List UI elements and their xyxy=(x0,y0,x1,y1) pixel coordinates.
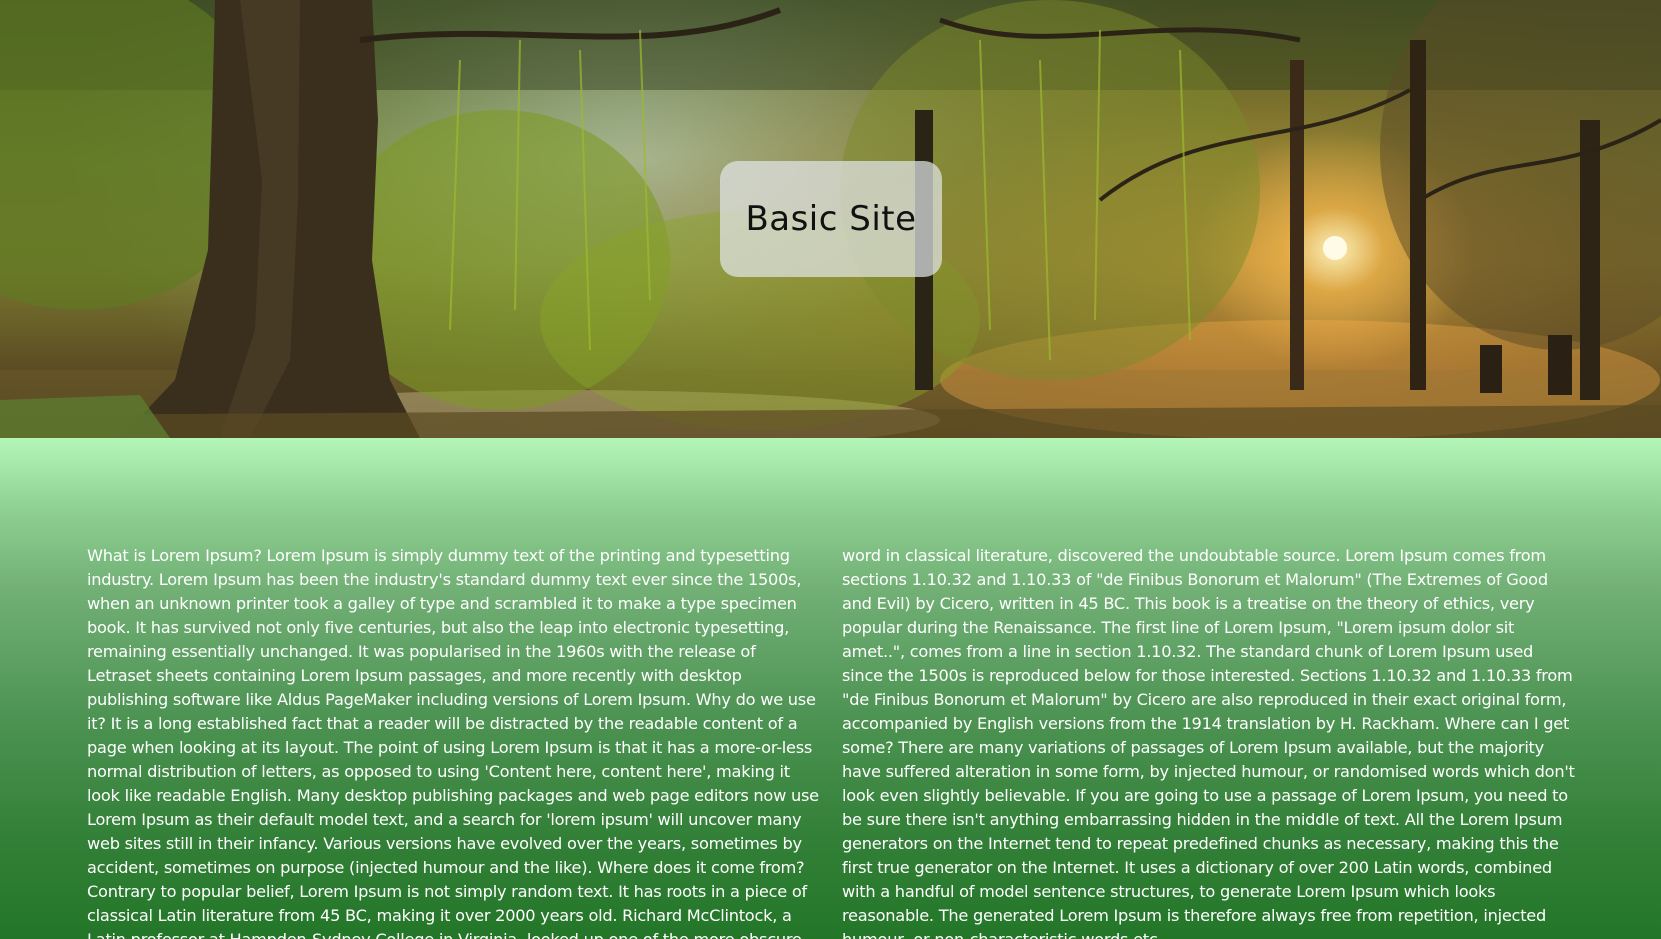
site-title: Basic Site xyxy=(745,199,917,239)
main-content: What is Lorem Ipsum? Lorem Ipsum is simp… xyxy=(0,438,1661,939)
hero-banner: Basic Site xyxy=(0,0,1661,438)
body-text: What is Lorem Ipsum? Lorem Ipsum is simp… xyxy=(87,546,1575,939)
site-title-card: Basic Site xyxy=(720,161,942,277)
